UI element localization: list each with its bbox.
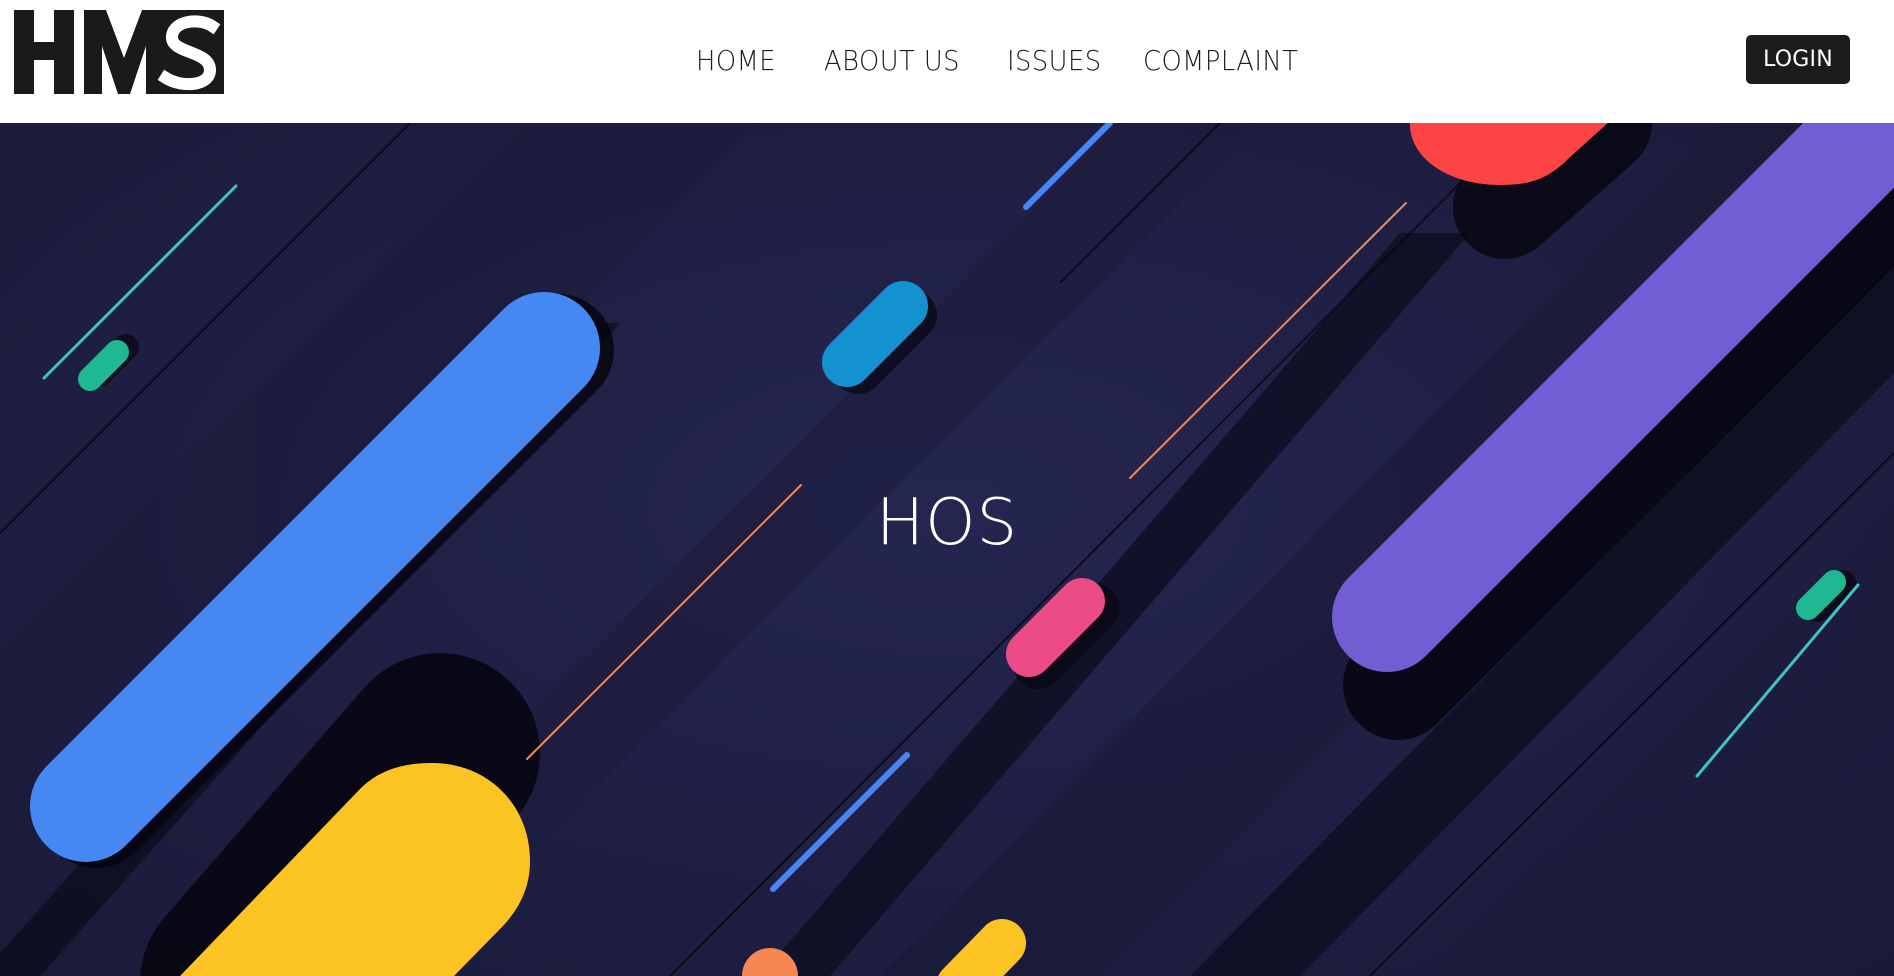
small-yellow-capsule	[938, 919, 1026, 976]
yellow-capsule	[140, 653, 540, 976]
nav-home-link[interactable]: HOME	[696, 38, 776, 84]
nav-issues-link[interactable]: ISSUES	[1007, 38, 1102, 84]
hero-title: HOS	[875, 486, 1019, 560]
main-nav: HOME ABOUT US ISSUES COMPLAINT	[0, 38, 1894, 84]
top-navigation-bar: HOME ABOUT US ISSUES COMPLAINT LOGIN	[0, 0, 1894, 123]
red-capsule	[1410, 123, 1652, 259]
login-button[interactable]: LOGIN	[1746, 35, 1850, 84]
nav-about-us-link[interactable]: ABOUT US	[824, 38, 960, 84]
hero-banner: HOS	[0, 123, 1894, 976]
sky-capsule	[822, 281, 937, 394]
nav-complaint-link[interactable]: COMPLAINT	[1143, 38, 1298, 84]
